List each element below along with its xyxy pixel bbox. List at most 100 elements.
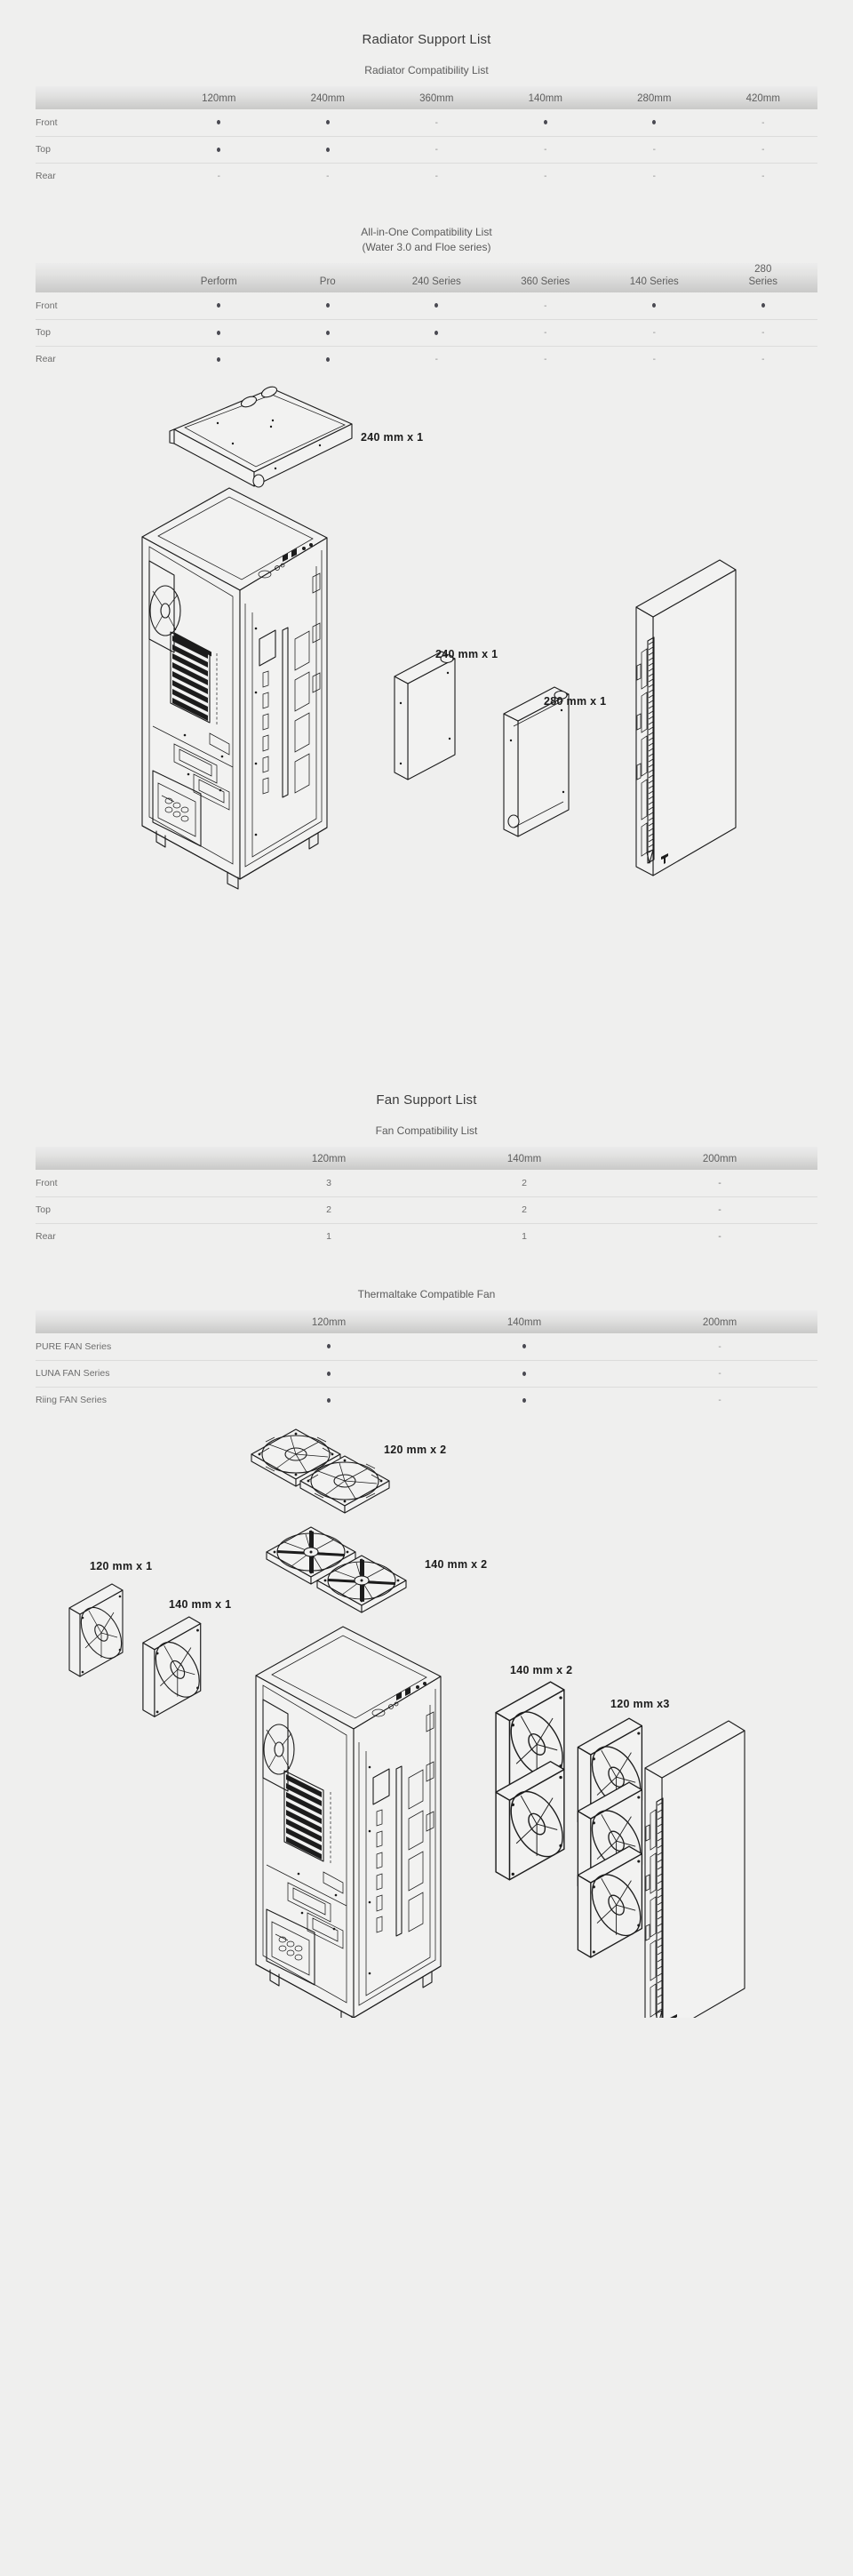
supported-dot [522,1371,526,1376]
cell [231,1387,426,1413]
unsupported-dash: - [544,145,547,155]
cell-top-140: 2 [426,1196,622,1224]
unsupported-dash: - [544,172,547,182]
unsupported-dash: - [544,328,547,338]
cell: - [490,136,600,164]
label-front-radiator-280: 280 mm x 1 [544,695,607,708]
cell: - [709,346,818,372]
row-label-rear: Rear [36,1231,56,1243]
col-head-pro: Pro [273,263,382,292]
unsupported-dash: - [761,117,765,128]
fan-trio-120-front-art [577,1717,651,1958]
unsupported-dash: - [326,172,330,182]
unsupported-dash: - [761,172,765,182]
cell [231,1360,426,1388]
cell: - [622,1360,817,1388]
supported-dot [761,303,765,308]
label-top-fans-120: 120 mm x 2 [384,1444,447,1456]
label-top-radiator: 240 mm x 1 [361,431,424,444]
cell: - [490,319,600,347]
unsupported-dash: - [652,328,656,338]
cell: - [382,163,491,189]
radiator-table-body: Front - - Top - - - - Rear - - - - - - [36,109,817,189]
table-row: Front - [36,292,817,320]
supported-dot [522,1344,526,1349]
col-head-120mm: 120mm [231,1147,426,1170]
supported-dot [543,120,547,125]
unsupported-dash: - [761,328,765,338]
cell [273,109,382,137]
cell: - [382,346,491,372]
fan-table-head: 120mm 140mm 200mm [36,1147,817,1170]
col-head-420mm: 420mm [708,86,817,109]
unsupported-dash: - [434,117,438,128]
supported-dot [325,303,330,308]
aio-table-body: Front - Top - - - Rear - - - - [36,292,817,372]
col-head-120mm: 120mm [164,86,274,109]
unsupported-dash: - [761,355,765,365]
table-row: Riing FAN Series - [36,1387,817,1413]
unsupported-dash: - [434,172,438,182]
cell: - [708,319,817,347]
fan-table-body: Front 3 2 - Top 2 2 - Rear 1 1 - [36,1170,817,1250]
table-row: Top 2 2 - [36,1196,817,1224]
row-label-riing-fan: Riing FAN Series [36,1395,107,1406]
col-head-blank [36,1310,231,1333]
cell [426,1387,622,1413]
table-row: LUNA FAN Series - [36,1360,817,1388]
aio-table-caption: All-in-One Compatibility List (Water 3.0… [0,225,853,255]
compatibility-page: Radiator Support List Radiator Compatibi… [0,0,853,2053]
row-label-front: Front [36,109,164,137]
label-left-fan-140: 140 mm x 1 [169,1598,232,1611]
fan-pair-140-front-art [495,1681,574,1881]
col-head-blank [36,86,164,109]
col-head-140mm: 140mm [490,86,600,109]
cell-front-120: 3 [231,1170,426,1197]
supported-dot [325,330,330,335]
col-head-140-series: 140 Series [600,263,709,292]
table-row: Front - - [36,109,817,137]
table-header-row: 120mm 140mm 200mm [36,1310,817,1333]
unsupported-dash: - [544,355,547,365]
table-row: PURE FAN Series - [36,1333,817,1361]
supported-dot [522,1397,526,1403]
cell [164,292,274,320]
cell-top-200: - [622,1196,817,1224]
col-head-140mm: 140mm [426,1147,622,1170]
cell [273,319,382,347]
row-label-rear: Rear [36,171,56,182]
unsupported-dash: - [718,1369,721,1379]
unsupported-dash: - [652,355,656,365]
table-row: Rear 1 1 - [36,1223,817,1250]
label-front-radiator-240: 240 mm x 1 [435,648,498,660]
table-row: Rear - - - - [36,346,817,372]
supported-dot [327,1344,331,1349]
radiator-compatibility-table: 120mm 240mm 360mm 140mm 280mm 420mm Fron… [36,86,817,189]
cell [164,346,274,372]
aio-compatibility-table: Perform Pro 240 Series 360 Series 140 Se… [36,263,817,372]
supported-dot [217,330,221,335]
table-row: Top - - - [36,319,817,347]
cell: - [600,319,709,347]
cell: - [622,1387,817,1413]
supported-dot [325,147,330,152]
cell-top-120: 2 [231,1196,426,1224]
col-head-240-series: 240 Series [382,263,491,292]
col-head-perform: Perform [164,263,274,292]
label-front-fans-120: 120 mm x3 [610,1698,670,1710]
cell [426,1333,622,1361]
cell [274,346,383,372]
cell: - [600,163,709,189]
supported-dot [327,1397,331,1403]
tt-fan-table-body: PURE FAN Series - LUNA FAN Series - Riin… [36,1333,817,1413]
col-head-200mm: 200mm [622,1310,817,1333]
fan-pair-140-mid-art [266,1526,407,1613]
col-head-360-series: 360 Series [490,263,600,292]
fan-diagram-svg [68,1428,745,2018]
cell: - [600,136,709,164]
cell: - [708,136,817,164]
front-panel-art [635,559,737,876]
supported-dot [217,303,221,308]
fan-single-140-left-art [142,1616,209,1717]
radiator-exploded-diagram: 240 mm x 1 240 mm x 1 280 mm x 1 [0,372,853,1092]
